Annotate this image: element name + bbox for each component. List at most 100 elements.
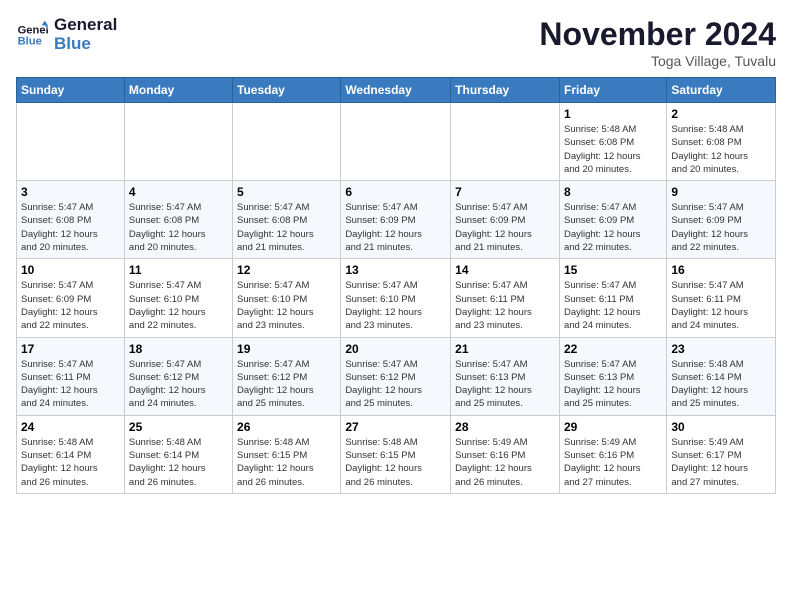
logo: General Blue General Blue xyxy=(16,16,117,53)
calendar-cell: 21Sunrise: 5:47 AM Sunset: 6:13 PM Dayli… xyxy=(451,337,560,415)
day-number: 30 xyxy=(671,420,771,434)
day-info: Sunrise: 5:48 AM Sunset: 6:15 PM Dayligh… xyxy=(237,436,336,489)
calendar-cell: 29 Sunrise: 5:49 AM Sunset: 6:16 PM Dayli… xyxy=(559,415,666,493)
day-number: 1 xyxy=(564,107,662,121)
week-row-3: 17 Sunrise: 5:47 AM Sunset: 6:11 PM Dayli… xyxy=(17,337,776,415)
day-info: Sunrise: 5:47 AM Sunset: 6:12 PM Dayligh… xyxy=(345,358,446,411)
day-info: Sunrise: 5:47 AM Sunset: 6:10 PM Dayligh… xyxy=(237,279,336,332)
day-number: 19 xyxy=(237,342,336,356)
calendar-cell: 30 Sunrise: 5:49 AM Sunset: 6:17 PM Dayli… xyxy=(667,415,776,493)
day-number: 17 xyxy=(21,342,120,356)
calendar-cell: 17 Sunrise: 5:47 AM Sunset: 6:11 PM Dayli… xyxy=(17,337,125,415)
day-info: Sunrise: 5:47 AM Sunset: 6:12 PM Dayligh… xyxy=(129,358,228,411)
calendar-cell: 28 Sunrise: 5:49 AM Sunset: 6:16 PM Dayli… xyxy=(451,415,560,493)
day-number: 29 xyxy=(564,420,662,434)
day-info: Sunrise: 5:47 AM Sunset: 6:12 PM Dayligh… xyxy=(237,358,336,411)
calendar-cell: 25Sunrise: 5:48 AM Sunset: 6:14 PM Dayli… xyxy=(124,415,232,493)
day-info: Sunrise: 5:48 AM Sunset: 6:14 PM Dayligh… xyxy=(21,436,120,489)
calendar-cell: 15 Sunrise: 5:47 AM Sunset: 6:11 PM Dayli… xyxy=(559,259,666,337)
day-number: 26 xyxy=(237,420,336,434)
logo-line2: Blue xyxy=(54,35,117,54)
calendar-cell: 23Sunrise: 5:48 AM Sunset: 6:14 PM Dayli… xyxy=(667,337,776,415)
day-number: 15 xyxy=(564,263,662,277)
week-row-2: 10 Sunrise: 5:47 AM Sunset: 6:09 PM Dayli… xyxy=(17,259,776,337)
calendar-cell: 12 Sunrise: 5:47 AM Sunset: 6:10 PM Dayli… xyxy=(233,259,341,337)
calendar-cell: 5 Sunrise: 5:47 AM Sunset: 6:08 PM Daylig… xyxy=(233,181,341,259)
page-header: General Blue General Blue November 2024 … xyxy=(16,16,776,69)
day-number: 10 xyxy=(21,263,120,277)
calendar-cell: 19 Sunrise: 5:47 AM Sunset: 6:12 PM Dayli… xyxy=(233,337,341,415)
calendar-cell: 18Sunrise: 5:47 AM Sunset: 6:12 PM Dayli… xyxy=(124,337,232,415)
calendar-cell xyxy=(233,103,341,181)
day-number: 23 xyxy=(671,342,771,356)
day-number: 12 xyxy=(237,263,336,277)
day-number: 20 xyxy=(345,342,446,356)
calendar-cell: 11Sunrise: 5:47 AM Sunset: 6:10 PM Dayli… xyxy=(124,259,232,337)
day-info: Sunrise: 5:47 AM Sunset: 6:08 PM Dayligh… xyxy=(129,201,228,254)
day-info: Sunrise: 5:48 AM Sunset: 6:14 PM Dayligh… xyxy=(129,436,228,489)
logo-line1: General xyxy=(54,16,117,35)
calendar-cell: 7 Sunrise: 5:47 AM Sunset: 6:09 PM Daylig… xyxy=(451,181,560,259)
day-number: 5 xyxy=(237,185,336,199)
header-saturday: Saturday xyxy=(667,78,776,103)
header-thursday: Thursday xyxy=(451,78,560,103)
day-number: 2 xyxy=(671,107,771,121)
day-number: 14 xyxy=(455,263,555,277)
header-monday: Monday xyxy=(124,78,232,103)
title-block: November 2024 Toga Village, Tuvalu xyxy=(539,16,776,69)
location-subtitle: Toga Village, Tuvalu xyxy=(539,53,776,69)
header-tuesday: Tuesday xyxy=(233,78,341,103)
month-title: November 2024 xyxy=(539,16,776,53)
header-friday: Friday xyxy=(559,78,666,103)
calendar-cell: 4 Sunrise: 5:47 AM Sunset: 6:08 PM Daylig… xyxy=(124,181,232,259)
calendar-cell: 22 Sunrise: 5:47 AM Sunset: 6:13 PM Dayli… xyxy=(559,337,666,415)
day-info: Sunrise: 5:49 AM Sunset: 6:16 PM Dayligh… xyxy=(564,436,662,489)
day-number: 4 xyxy=(129,185,228,199)
day-number: 22 xyxy=(564,342,662,356)
day-info: Sunrise: 5:49 AM Sunset: 6:16 PM Dayligh… xyxy=(455,436,555,489)
day-number: 8 xyxy=(564,185,662,199)
day-info: Sunrise: 5:47 AM Sunset: 6:11 PM Dayligh… xyxy=(21,358,120,411)
calendar-body: 1 Sunrise: 5:48 AM Sunset: 6:08 PM Daylig… xyxy=(17,103,776,494)
header-wednesday: Wednesday xyxy=(341,78,451,103)
header-row: SundayMondayTuesdayWednesdayThursdayFrid… xyxy=(17,78,776,103)
day-info: Sunrise: 5:47 AM Sunset: 6:09 PM Dayligh… xyxy=(455,201,555,254)
day-number: 7 xyxy=(455,185,555,199)
day-info: Sunrise: 5:47 AM Sunset: 6:09 PM Dayligh… xyxy=(671,201,771,254)
calendar-cell: 9Sunrise: 5:47 AM Sunset: 6:09 PM Daylig… xyxy=(667,181,776,259)
day-info: Sunrise: 5:47 AM Sunset: 6:13 PM Dayligh… xyxy=(564,358,662,411)
day-number: 28 xyxy=(455,420,555,434)
day-info: Sunrise: 5:47 AM Sunset: 6:09 PM Dayligh… xyxy=(564,201,662,254)
calendar-cell xyxy=(17,103,125,181)
calendar-cell: 24Sunrise: 5:48 AM Sunset: 6:14 PM Dayli… xyxy=(17,415,125,493)
calendar-cell: 6Sunrise: 5:47 AM Sunset: 6:09 PM Daylig… xyxy=(341,181,451,259)
calendar-cell xyxy=(341,103,451,181)
calendar-cell: 16Sunrise: 5:47 AM Sunset: 6:11 PM Dayli… xyxy=(667,259,776,337)
day-info: Sunrise: 5:47 AM Sunset: 6:11 PM Dayligh… xyxy=(455,279,555,332)
calendar-header: SundayMondayTuesdayWednesdayThursdayFrid… xyxy=(17,78,776,103)
calendar-table: SundayMondayTuesdayWednesdayThursdayFrid… xyxy=(16,77,776,494)
calendar-cell: 1 Sunrise: 5:48 AM Sunset: 6:08 PM Daylig… xyxy=(559,103,666,181)
day-number: 27 xyxy=(345,420,446,434)
day-info: Sunrise: 5:47 AM Sunset: 6:11 PM Dayligh… xyxy=(564,279,662,332)
day-number: 13 xyxy=(345,263,446,277)
day-info: Sunrise: 5:47 AM Sunset: 6:08 PM Dayligh… xyxy=(21,201,120,254)
logo-icon: General Blue xyxy=(16,19,48,51)
header-sunday: Sunday xyxy=(17,78,125,103)
day-number: 21 xyxy=(455,342,555,356)
day-info: Sunrise: 5:47 AM Sunset: 6:08 PM Dayligh… xyxy=(237,201,336,254)
calendar-cell: 20 Sunrise: 5:47 AM Sunset: 6:12 PM Dayli… xyxy=(341,337,451,415)
calendar-cell: 10 Sunrise: 5:47 AM Sunset: 6:09 PM Dayli… xyxy=(17,259,125,337)
day-info: Sunrise: 5:47 AM Sunset: 6:09 PM Dayligh… xyxy=(345,201,446,254)
day-info: Sunrise: 5:48 AM Sunset: 6:08 PM Dayligh… xyxy=(671,123,771,176)
svg-text:Blue: Blue xyxy=(18,35,42,47)
day-info: Sunrise: 5:49 AM Sunset: 6:17 PM Dayligh… xyxy=(671,436,771,489)
day-number: 16 xyxy=(671,263,771,277)
week-row-1: 3 Sunrise: 5:47 AM Sunset: 6:08 PM Daylig… xyxy=(17,181,776,259)
day-info: Sunrise: 5:48 AM Sunset: 6:08 PM Dayligh… xyxy=(564,123,662,176)
calendar-cell: 2 Sunrise: 5:48 AM Sunset: 6:08 PM Daylig… xyxy=(667,103,776,181)
day-number: 3 xyxy=(21,185,120,199)
svg-text:General: General xyxy=(18,24,48,36)
day-info: Sunrise: 5:47 AM Sunset: 6:09 PM Dayligh… xyxy=(21,279,120,332)
day-info: Sunrise: 5:47 AM Sunset: 6:10 PM Dayligh… xyxy=(129,279,228,332)
